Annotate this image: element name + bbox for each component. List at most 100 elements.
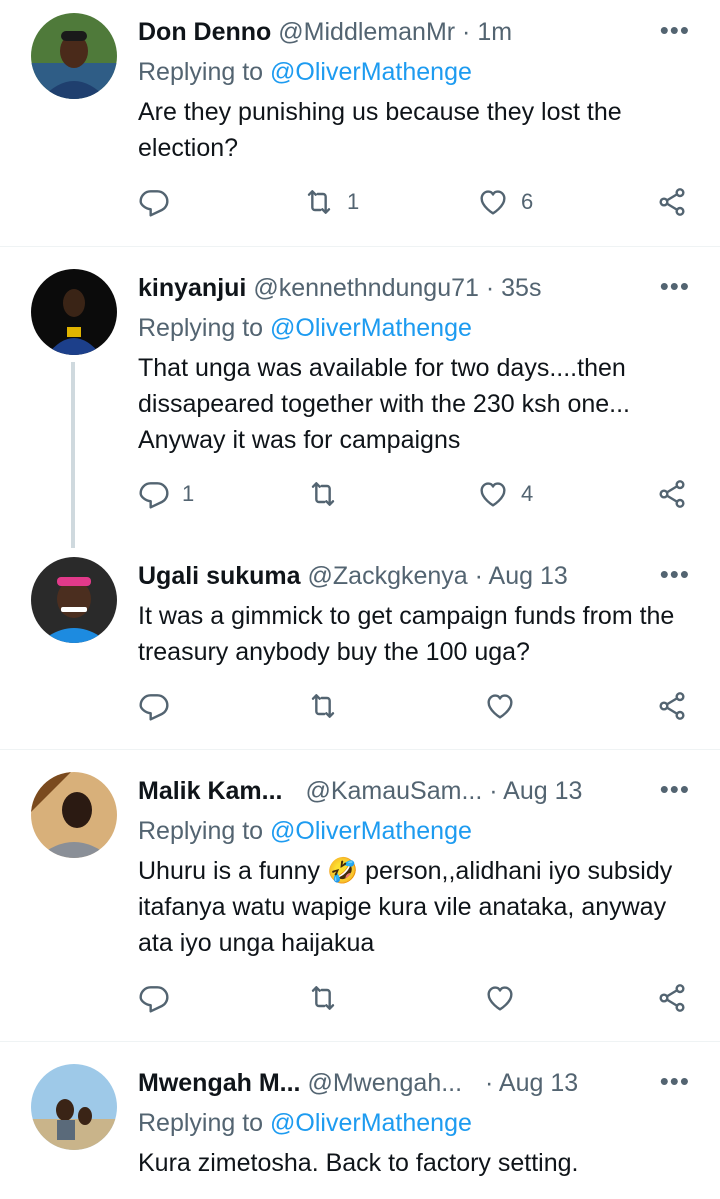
tweet-actions (0, 982, 720, 1022)
replying-to: Replying to @OliverMathenge (138, 815, 472, 847)
retweet-count: 1 (347, 189, 360, 214)
tweet-header: Don Denno @MiddlemanMr · 1m (138, 16, 512, 48)
retweet-button[interactable] (307, 690, 351, 722)
retweet-button[interactable]: 1 (303, 186, 359, 218)
reply-icon (138, 478, 170, 510)
tweet-header: Mwengah M... @Mwengah... · Aug 13 (138, 1067, 578, 1099)
share-button[interactable] (656, 478, 688, 510)
replying-label: Replying to (138, 58, 264, 86)
share-icon (656, 982, 688, 1014)
author-name[interactable]: Mwengah M... (138, 1069, 301, 1097)
reply-button[interactable] (138, 186, 182, 218)
like-icon (484, 690, 516, 722)
tweet-header: kinyanjui @kennethndungu71 · 35s (138, 272, 541, 304)
retweet-icon (307, 690, 339, 722)
timestamp[interactable]: · 1m (462, 18, 512, 46)
reply-count: 1 (182, 481, 195, 506)
tweet-text: That unga was available for two days....… (138, 354, 630, 454)
replying-handle[interactable]: @OliverMathenge (270, 817, 472, 845)
tweet-header: Malik Kam... @KamauSam... · Aug 13 (138, 775, 582, 807)
replying-to: Replying to @OliverMathenge (138, 56, 472, 88)
tweet-actions: 1 6 (0, 186, 720, 226)
timestamp[interactable]: · Aug 13 (475, 562, 568, 590)
replying-handle[interactable]: @OliverMathenge (270, 314, 472, 342)
tweet[interactable]: Don Denno @MiddlemanMr · 1m ••• Replying… (0, 0, 720, 246)
tweet-header: Ugali sukuma @Zackgkenya · Aug 13 (138, 560, 568, 592)
tweet-text: Are they punishing us because they lost … (138, 98, 622, 162)
tweet[interactable]: Malik Kam... @KamauSam... · Aug 13 ••• R… (0, 750, 720, 1040)
like-button[interactable]: 6 (477, 186, 533, 218)
tweet-actions (0, 690, 720, 730)
author-name[interactable]: Ugali sukuma (138, 562, 301, 590)
timestamp[interactable]: · 35s (486, 274, 542, 302)
share-button[interactable] (656, 982, 688, 1014)
avatar[interactable] (31, 557, 117, 643)
reply-icon (138, 982, 170, 1014)
tweet-actions: 1 4 (0, 478, 720, 518)
share-icon (656, 186, 688, 218)
replying-handle[interactable]: @OliverMathenge (270, 1109, 472, 1137)
avatar[interactable] (31, 772, 117, 858)
timestamp[interactable]: · Aug 13 (489, 777, 582, 805)
author-handle[interactable]: @MiddlemanMr (278, 18, 455, 46)
more-icon[interactable]: ••• (660, 776, 690, 802)
share-button[interactable] (656, 690, 688, 722)
more-icon[interactable]: ••• (660, 273, 690, 299)
replying-label: Replying to (138, 1109, 264, 1137)
tweet-text: Kura zimetosha. Back to factory setting. (138, 1149, 579, 1177)
thread-line (71, 362, 75, 548)
replying-label: Replying to (138, 817, 264, 845)
like-icon (477, 186, 509, 218)
reply-button[interactable]: 1 (138, 478, 194, 510)
reply-icon (138, 186, 170, 218)
like-icon (484, 982, 516, 1014)
tweet[interactable]: Mwengah M... @Mwengah... · Aug 13 ••• Re… (0, 1042, 720, 1199)
avatar[interactable] (31, 1064, 117, 1150)
replying-to: Replying to @OliverMathenge (138, 1107, 472, 1139)
avatar-image (31, 269, 117, 355)
share-icon (656, 690, 688, 722)
avatar-image (31, 772, 117, 858)
avatar[interactable] (31, 269, 117, 355)
author-name[interactable]: Don Denno (138, 18, 271, 46)
replying-handle[interactable]: @OliverMathenge (270, 58, 472, 86)
author-handle[interactable]: @KamauSam... (305, 777, 482, 805)
like-button[interactable]: 4 (477, 478, 533, 510)
reply-icon (138, 690, 170, 722)
retweet-icon (307, 982, 339, 1014)
reply-button[interactable] (138, 982, 182, 1014)
tweet[interactable]: Ugali sukuma @Zackgkenya · Aug 13 ••• It… (0, 552, 720, 748)
like-button[interactable] (484, 982, 528, 1014)
more-icon[interactable]: ••• (660, 1068, 690, 1094)
retweet-button[interactable] (307, 982, 351, 1014)
tweet[interactable]: kinyanjui @kennethndungu71 · 35s ••• Rep… (0, 247, 720, 552)
author-name[interactable]: kinyanjui (138, 274, 246, 302)
reply-button[interactable] (138, 690, 182, 722)
like-button[interactable] (484, 690, 528, 722)
retweet-icon (303, 186, 335, 218)
replying-to: Replying to @OliverMathenge (138, 312, 472, 344)
author-handle[interactable]: @kennethndungu71 (253, 274, 479, 302)
replying-label: Replying to (138, 314, 264, 342)
share-button[interactable] (656, 186, 688, 218)
like-count: 4 (521, 481, 534, 506)
tweet-text: It was a gimmick to get campaign funds f… (138, 602, 675, 666)
avatar-image (31, 557, 117, 643)
avatar[interactable] (31, 13, 117, 99)
tweet-text: Uhuru is a funny 🤣 person,,alidhani iyo … (138, 853, 698, 961)
rofl-emoji-icon: 🤣 (327, 857, 359, 885)
retweet-button[interactable] (307, 478, 351, 510)
more-icon[interactable]: ••• (660, 561, 690, 587)
retweet-icon (307, 478, 339, 510)
tweet-text-part: Uhuru is a funny (138, 857, 321, 885)
author-handle[interactable]: @Mwengah... (307, 1069, 462, 1097)
author-handle[interactable]: @Zackgkenya (308, 562, 468, 590)
like-count: 6 (521, 189, 534, 214)
like-icon (477, 478, 509, 510)
share-icon (656, 478, 688, 510)
more-icon[interactable]: ••• (660, 17, 690, 43)
timestamp[interactable]: · Aug 13 (485, 1069, 578, 1097)
avatar-image (31, 1064, 117, 1150)
avatar-image (31, 13, 117, 99)
author-name[interactable]: Malik Kam... (138, 777, 283, 805)
